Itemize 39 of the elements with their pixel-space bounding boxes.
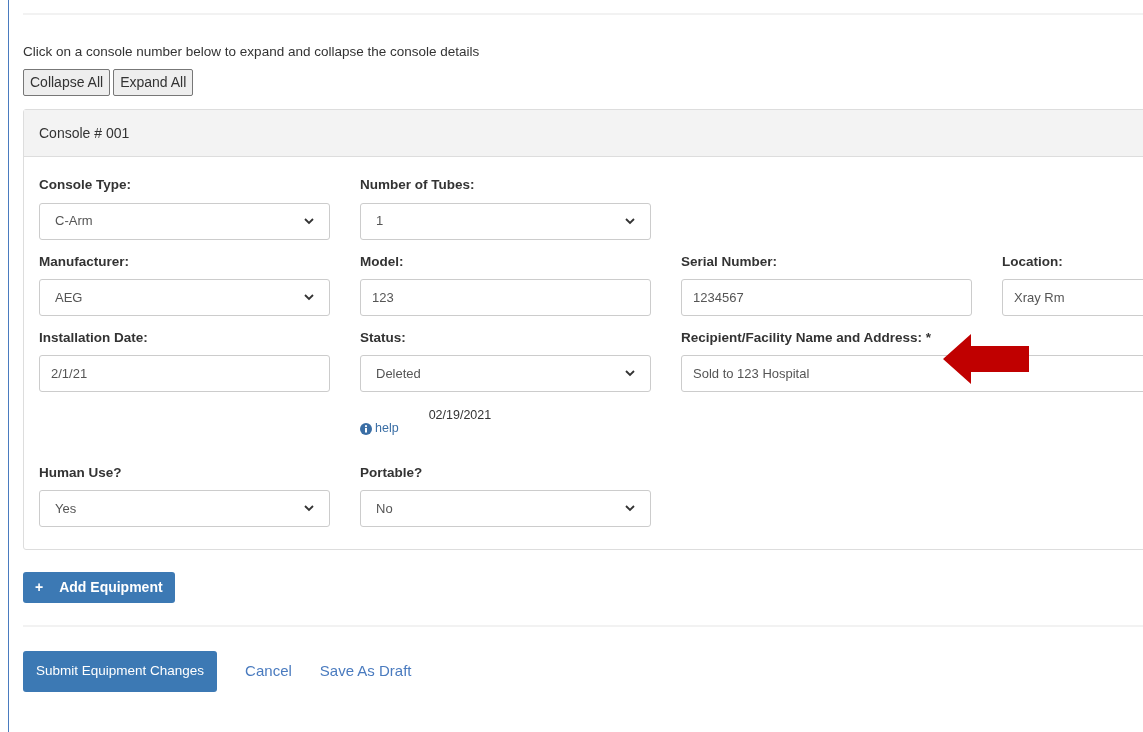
select-field[interactable]: No [360, 490, 651, 528]
caret-icon [304, 217, 314, 225]
caret-icon [625, 370, 635, 377]
console-title[interactable]: Console # 001 [39, 122, 130, 144]
caret-icon [625, 217, 635, 225]
select-field[interactable]: 1 [360, 202, 651, 240]
caret-icon [304, 505, 314, 513]
action-link[interactable]: Save As Draft [319, 660, 412, 683]
caret-icon [625, 505, 635, 513]
input-field[interactable]: 2/1/21 [39, 355, 330, 392]
field-label: Recipient/Facility Name and Address: * [681, 328, 933, 347]
field-label: Serial Number: [681, 252, 779, 271]
select-field[interactable]: Yes [39, 490, 330, 528]
input-field[interactable]: Xray Rm [1002, 278, 1143, 316]
status-date: 02/19/2021 [428, 407, 492, 424]
info-icon [360, 422, 372, 435]
field-label: Status: [360, 328, 407, 347]
field-label: Human Use? [39, 464, 123, 482]
input-field[interactable]: Sold to 123 Hospital [681, 355, 1143, 392]
toggle-button[interactable]: Collapse All [23, 69, 111, 97]
select-field[interactable]: Deleted [360, 355, 651, 392]
field-label: Number of Tubes: [360, 176, 476, 195]
add-equipment-button[interactable]: + Add Equipment [23, 572, 175, 604]
input-field[interactable]: 1234567 [681, 278, 972, 316]
field-label: Location: [1002, 252, 1064, 271]
select-field[interactable]: AEG [39, 278, 330, 316]
input-field[interactable]: 123 [360, 278, 651, 316]
field-label: Manufacturer: [39, 252, 130, 271]
field-label: Installation Date: [39, 328, 149, 347]
field-label: Portable? [360, 464, 424, 482]
action-link[interactable]: Cancel [245, 660, 292, 683]
field-label: Model: [360, 252, 405, 271]
select-field[interactable]: C-Arm [39, 202, 330, 240]
field-label: Console Type: [39, 176, 132, 195]
help-link[interactable]: help [360, 406, 399, 451]
submit-button[interactable]: Submit Equipment Changes [23, 651, 218, 692]
caret-icon [304, 293, 314, 301]
instructions-text: Click on a console number below to expand and collapse the console details [23, 43, 481, 61]
toggle-button[interactable]: Expand All [113, 69, 194, 97]
